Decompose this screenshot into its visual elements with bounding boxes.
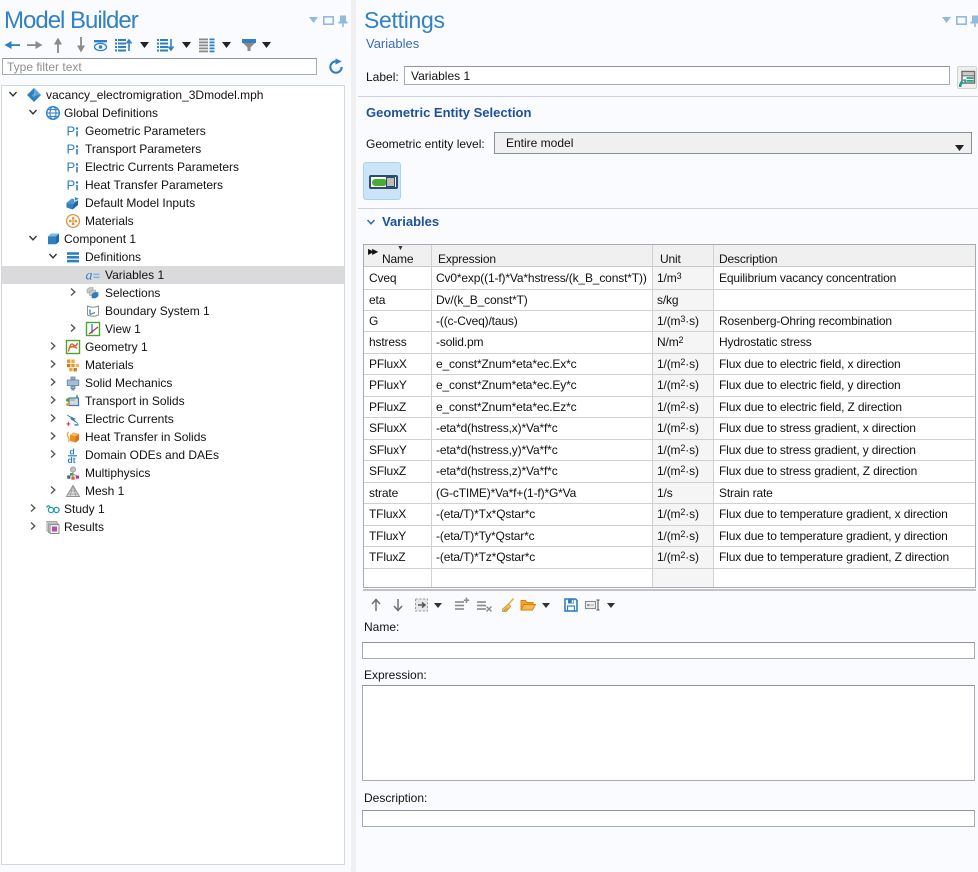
svg-text:P: P	[67, 124, 76, 139]
svg-text:P: P	[67, 160, 76, 175]
svg-text:+: +	[66, 420, 71, 428]
svg-text:a: a	[86, 269, 93, 284]
svg-text:P: P	[67, 178, 76, 193]
svg-text:dt: dt	[68, 455, 76, 463]
svg-text:P: P	[67, 142, 76, 157]
